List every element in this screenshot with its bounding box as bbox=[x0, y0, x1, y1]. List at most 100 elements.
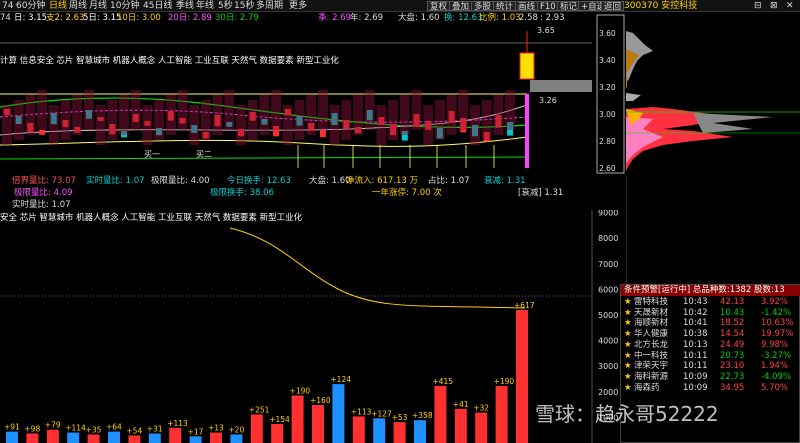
alert-row[interactable]: ★ 海森药 10:09 34.95 5.70% bbox=[621, 383, 800, 394]
overlay-button[interactable]: 叠加 bbox=[449, 1, 473, 12]
candle-shadow bbox=[142, 105, 153, 145]
candle-shadow bbox=[505, 90, 516, 130]
alert-pct: 10.63% bbox=[761, 318, 794, 329]
volume-axis-label: 9000 bbox=[598, 210, 618, 218]
alert-time: 10:13 bbox=[683, 339, 708, 350]
volume-bar-label: +251 bbox=[249, 406, 270, 415]
tab-monthly[interactable]: 月线 bbox=[89, 0, 107, 12]
ind-limit-ratio: 极限量比: 4.00 bbox=[151, 176, 210, 186]
volume-bar bbox=[434, 386, 447, 443]
profile-axis-label: 3.00 bbox=[599, 110, 616, 119]
tab-45day[interactable]: 45日线 bbox=[143, 0, 172, 12]
volume-bar-label: +154 bbox=[269, 415, 290, 424]
close-icon[interactable]: ✕ bbox=[786, 0, 794, 12]
volume-bar bbox=[26, 433, 39, 443]
tab-weekly[interactable]: 周线 bbox=[69, 0, 87, 12]
alert-stock-name: 海顺新材 bbox=[634, 318, 669, 329]
star-icon: ★ bbox=[624, 318, 632, 329]
minimize-icon[interactable]: ⊟ bbox=[754, 0, 762, 12]
candle-shadow bbox=[353, 95, 363, 135]
indicator-header: 倍界量比: 73.07 实时量比: 1.07 极限量比: 4.00 今日换手: … bbox=[0, 176, 592, 212]
tab-10min[interactable]: 10分钟 bbox=[110, 0, 139, 12]
info-day: 日: 3.15 bbox=[14, 13, 48, 23]
alert-time: 10:09 bbox=[683, 382, 708, 393]
candle-shadow bbox=[95, 105, 106, 145]
tab-5sec[interactable]: 5秒 bbox=[218, 0, 233, 12]
info-ma30: 30日: 2.79 bbox=[215, 13, 259, 23]
last-candle-volume-marker bbox=[525, 94, 529, 168]
concept-tags: 计算 信息安全 芯片 智慧城市 机器人概念 人工智能 工业互联 天然气 数据要素… bbox=[0, 55, 339, 66]
multi-stock-button[interactable]: 多股 bbox=[471, 1, 495, 12]
volume-bar bbox=[271, 424, 284, 443]
volume-bar bbox=[414, 420, 426, 443]
alert-row[interactable]: ★ 雷特科技 10:43 42.13 3.92% bbox=[621, 297, 800, 308]
candles bbox=[2, 90, 516, 145]
volume-bar bbox=[210, 432, 222, 443]
alert-time: 10:38 bbox=[683, 329, 708, 340]
candle-shadow bbox=[388, 100, 399, 140]
last-candle bbox=[519, 52, 535, 80]
volume-bar bbox=[352, 416, 365, 443]
mark-button[interactable]: 标记 bbox=[557, 1, 581, 12]
alert-row[interactable]: ★ 海顺新材 10:41 18.52 10.63% bbox=[621, 318, 800, 329]
tab-multi-period[interactable]: 多周期 bbox=[256, 0, 283, 12]
candle-shadow bbox=[236, 105, 246, 145]
maximize-icon[interactable]: ⊠ bbox=[770, 0, 778, 12]
volume-bar-label: +91 bbox=[4, 423, 20, 432]
back-button[interactable]: 返回 bbox=[601, 1, 625, 12]
volume-axis-label: 6000 bbox=[598, 285, 618, 294]
volume-bar bbox=[189, 436, 202, 443]
ind-market: 大盘: 1.60 bbox=[309, 176, 351, 186]
alert-stock-name: 华人健康 bbox=[634, 329, 669, 340]
draw-line-button[interactable]: 画线 bbox=[515, 1, 539, 12]
alert-row[interactable]: ★ 北方长龙 10:13 24.49 9.98% bbox=[621, 340, 800, 351]
alert-price: 22.73 bbox=[720, 371, 745, 382]
alert-pct: 5.70% bbox=[761, 382, 789, 393]
candle-shadow bbox=[107, 100, 118, 140]
price-right-label: 3.26 bbox=[539, 96, 557, 105]
info-ratio: 比例: 1.03 bbox=[479, 13, 521, 23]
kline-chart[interactable]: 3.65 3.26 计算 信息安全 芯片 智慧城市 机器人概念 人工智能 工业互… bbox=[0, 25, 592, 170]
tab-15sec[interactable]: 15秒 bbox=[234, 0, 254, 12]
alert-row[interactable]: ★ 中一科技 10:11 20.73 -3.27% bbox=[621, 351, 800, 362]
candle-shadow bbox=[434, 100, 445, 140]
candle-shadow bbox=[200, 100, 211, 140]
statistics-button[interactable]: 统计 bbox=[493, 1, 517, 12]
alert-price: 20.73 bbox=[720, 350, 745, 361]
volume-bar-label: +13 bbox=[208, 424, 224, 433]
profile-axis-label: 2.60 bbox=[599, 164, 616, 173]
alert-price: 42.13 bbox=[720, 297, 745, 307]
ind-bei-ratio: 倍界量比: 73.07 bbox=[12, 176, 76, 186]
info-quarter: 季: 2.69 bbox=[318, 13, 352, 23]
alert-stock-name: 津荣天宇 bbox=[634, 361, 669, 372]
tab-more[interactable]: 更多 bbox=[289, 0, 307, 12]
tab-quarterly[interactable]: 季线 bbox=[176, 0, 194, 12]
alert-row[interactable]: ★ 华人健康 10:38 14.54 19.97% bbox=[621, 329, 800, 340]
candle-shadow bbox=[2, 105, 12, 145]
alert-price: 18.52 bbox=[720, 318, 745, 329]
toolbar-item-qty: 74 bbox=[2, 1, 14, 11]
tab-60min[interactable]: 60分钟 bbox=[16, 0, 45, 12]
volume-chart[interactable]: 安全 芯片 智慧城市 机器人概念 人工智能 工业互联 天然气 数据要素 新型工业… bbox=[0, 210, 626, 443]
vertical-markers bbox=[297, 145, 495, 168]
volume-axis-label: 4000 bbox=[598, 337, 618, 346]
candle-shadow bbox=[259, 95, 270, 135]
ind-today-turnover: 今日换手: 12.63 bbox=[227, 176, 291, 186]
volume-bar bbox=[67, 432, 80, 443]
concept-tags-2: 安全 芯片 智慧城市 机器人概念 人工智能 工业互联 天然气 数据要素 新型工业… bbox=[0, 212, 303, 223]
candle-shadow bbox=[458, 90, 469, 130]
ind-decay-2: [衰减] 1.31 bbox=[518, 188, 564, 198]
restore-rights-button[interactable]: 复权 bbox=[427, 1, 451, 12]
alert-stock-name: 雷特科技 bbox=[634, 297, 669, 307]
f10-button[interactable]: F10 bbox=[537, 1, 559, 12]
alert-row[interactable]: ★ 海科新源 10:09 22.73 -4.09% bbox=[621, 372, 800, 383]
volume-bar-label: +127 bbox=[371, 409, 392, 418]
alert-row[interactable]: ★ 天晟新材 10:42 10.43 -1.42% bbox=[621, 308, 800, 319]
tab-daily[interactable]: 日线 bbox=[49, 0, 67, 12]
candle-shadow bbox=[271, 90, 282, 130]
tab-yearly[interactable]: 年线 bbox=[196, 0, 214, 12]
alert-price: 23.10 bbox=[720, 361, 745, 372]
alert-row[interactable]: ★ 津荣天宇 10:11 23.10 1.94% bbox=[621, 361, 800, 372]
volume-bar-label: +53 bbox=[392, 413, 408, 422]
watermark: 雪球：趋永哥52222 bbox=[535, 402, 719, 426]
